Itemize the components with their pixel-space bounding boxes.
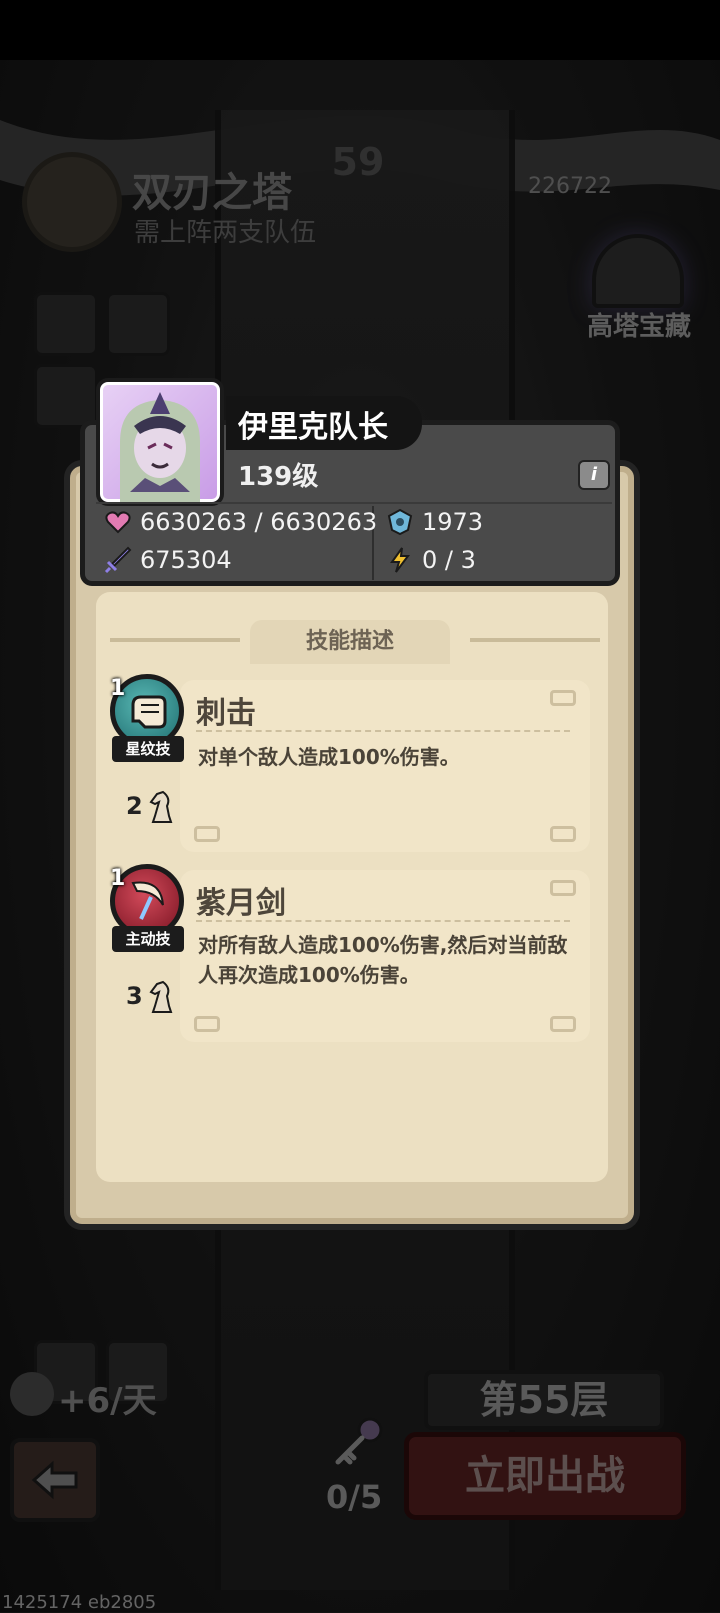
corner-ornament [550, 690, 576, 706]
skill-name: 紫月剑 [196, 886, 286, 921]
corner-ornament [550, 826, 576, 842]
hero-level: 139级 [238, 462, 319, 492]
corner-ornament [550, 1016, 576, 1032]
skill-level: 1 [110, 866, 126, 891]
skill-name: 刺击 [196, 696, 256, 731]
lightning-icon [390, 547, 410, 573]
star-requirement-value: 2 [126, 792, 143, 820]
skill-type: 星纹技 [112, 736, 184, 762]
attack-stat: 675304 [104, 546, 232, 574]
hero-name: 伊里克队长 [238, 410, 388, 445]
skill-description: 对所有敌人造成100%伤害,然后对当前敌人再次造成100%伤害。 [198, 933, 568, 987]
skill-type: 主动技 [112, 926, 184, 952]
hp-stat: 6630263 / 6630263 [104, 508, 377, 536]
star-requirement: 2 [126, 786, 177, 826]
status-bar [0, 0, 720, 60]
skill-description: 对单个敌人造成100%伤害。 [198, 745, 460, 769]
hero-avatar-icon [120, 392, 200, 502]
corner-ornament [194, 826, 220, 842]
knight-piece-icon [149, 980, 173, 1013]
divider [470, 638, 600, 642]
energy-value: 0 / 3 [422, 546, 476, 574]
knight-piece-icon [149, 790, 173, 823]
hero-portrait [96, 378, 224, 506]
corner-ornament [550, 880, 576, 896]
star-requirement-value: 3 [126, 982, 143, 1010]
hp-value: 6630263 / 6630263 [140, 508, 378, 536]
defense-value: 1973 [422, 508, 484, 536]
stat-divider [96, 502, 612, 504]
skill-section-title: 技能描述 [250, 620, 450, 664]
shield-icon [387, 508, 413, 536]
info-button[interactable]: i [578, 460, 610, 490]
attack-value: 675304 [140, 546, 232, 574]
divider [110, 638, 240, 642]
corner-ornament [194, 1016, 220, 1032]
star-requirement: 3 [126, 976, 177, 1016]
sword-icon [104, 546, 132, 574]
defense-stat: 1973 [386, 508, 483, 536]
heart-icon [105, 511, 131, 534]
energy-stat: 0 / 3 [386, 546, 476, 574]
divider [196, 730, 570, 732]
divider [196, 920, 570, 922]
skill-level: 1 [110, 676, 126, 701]
